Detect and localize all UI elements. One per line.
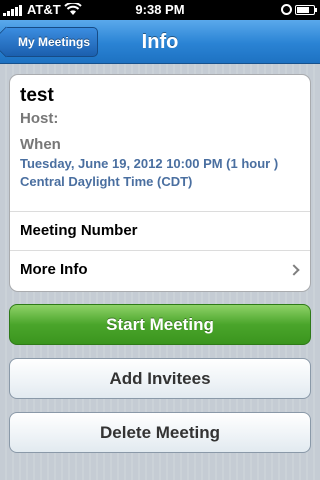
meeting-details-group: test Host: When Tuesday, June 19, 2012 1… [9,74,311,292]
delete-meeting-button[interactable]: Delete Meeting [9,412,311,453]
meeting-number-redacted [182,224,302,240]
meeting-title: test [20,85,54,106]
battery-icon [295,5,317,15]
chevron-right-icon [288,264,300,276]
meeting-number-label: Meeting Number [20,222,138,239]
add-invitees-button[interactable]: Add Invitees [9,358,311,399]
when-label: When [20,136,61,153]
host-value-redacted [62,113,153,126]
alarm-icon [281,4,292,15]
more-info-row[interactable]: More Info [10,251,310,290]
back-button[interactable]: My Meetings [6,27,98,57]
more-info-label: More Info [20,261,88,278]
back-button-label: My Meetings [18,35,91,49]
status-bar: AT&T 9:38 PM [0,0,320,20]
meeting-summary-cell: test Host: When Tuesday, June 19, 2012 1… [10,75,310,212]
page-title: Info [141,31,179,53]
timezone-value: Central Daylight Time (CDT) [20,174,193,189]
status-time: 9:38 PM [135,2,185,17]
meeting-number-row: Meeting Number [10,212,310,251]
navigation-bar: My Meetings Info [0,20,320,64]
when-value: Tuesday, June 19, 2012 10:00 PM (1 hour … [20,156,279,171]
host-label: Host: [20,110,59,127]
host-row: Host: [20,110,300,127]
start-meeting-button[interactable]: Start Meeting [9,304,311,345]
